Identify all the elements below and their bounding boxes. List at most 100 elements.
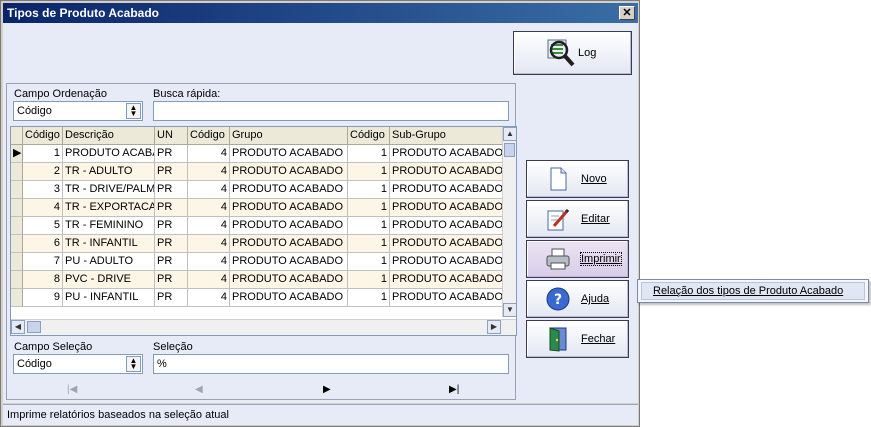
table-row[interactable]: 9 PU - INFANTIL PR 4 PRODUTO ACABADO 1 P… bbox=[11, 289, 504, 307]
cell-un[interactable]: PR bbox=[155, 289, 188, 307]
cell-codigo-subgrupo[interactable]: 1 bbox=[348, 235, 390, 253]
cell-codigo-subgrupo[interactable]: 1 bbox=[348, 145, 390, 163]
scroll-left-icon[interactable]: ◀ bbox=[11, 320, 25, 334]
cell-codigo-grupo[interactable]: 4 bbox=[188, 181, 230, 199]
cell-codigo-subgrupo[interactable]: 1 bbox=[348, 289, 390, 307]
cell-codigo-subgrupo[interactable]: 1 bbox=[348, 217, 390, 235]
cell-grupo[interactable]: PRODUTO ACABADO bbox=[230, 217, 348, 235]
col-header-descricao[interactable]: Descrição bbox=[63, 127, 155, 145]
cell-subgrupo[interactable]: PRODUTO ACABADO bbox=[390, 253, 504, 271]
cell-codigo[interactable]: 4 bbox=[23, 199, 63, 217]
nav-next-icon[interactable]: ▶ bbox=[323, 384, 331, 395]
cell-un[interactable]: PR bbox=[155, 235, 188, 253]
nav-prior-icon[interactable]: ◀ bbox=[195, 384, 203, 395]
cell-descricao[interactable]: TR - FEMININO bbox=[63, 217, 155, 235]
table-row[interactable]: 5 TR - FEMININO PR 4 PRODUTO ACABADO 1 P… bbox=[11, 217, 504, 235]
cell-codigo[interactable]: 6 bbox=[23, 235, 63, 253]
cell-descricao[interactable]: TR - ADULTO bbox=[63, 163, 155, 181]
cell-grupo[interactable]: PRODUTO ACABADO bbox=[230, 253, 348, 271]
cell-codigo-grupo[interactable]: 4 bbox=[188, 163, 230, 181]
cell-codigo-subgrupo[interactable]: 1 bbox=[348, 199, 390, 217]
cell-grupo[interactable]: PRODUTO ACABADO bbox=[230, 181, 348, 199]
editar-button[interactable]: Editar bbox=[526, 200, 629, 238]
cell-codigo[interactable]: 2 bbox=[23, 163, 63, 181]
cell-un[interactable]: PR bbox=[155, 145, 188, 163]
table-row[interactable]: 7 PU - ADULTO PR 4 PRODUTO ACABADO 1 PRO… bbox=[11, 253, 504, 271]
scroll-down-icon[interactable]: ▼ bbox=[503, 303, 516, 317]
table-row[interactable]: 2 TR - ADULTO PR 4 PRODUTO ACABADO 1 PRO… bbox=[11, 163, 504, 181]
cell-subgrupo[interactable]: PRODUTO ACABADO bbox=[390, 217, 504, 235]
cell-descricao[interactable]: PU - ADULTO bbox=[63, 253, 155, 271]
cell-subgrupo[interactable]: PRODUTO ACABADO bbox=[390, 163, 504, 181]
cell-codigo-grupo[interactable]: 4 bbox=[188, 289, 230, 307]
table-row[interactable]: 6 TR - INFANTIL PR 4 PRODUTO ACABADO 1 P… bbox=[11, 235, 504, 253]
data-grid[interactable]: Código Descrição UN Código Grupo Código … bbox=[10, 126, 517, 336]
cell-codigo[interactable]: 1 bbox=[23, 145, 63, 163]
cell-descricao[interactable]: PU - INFANTIL bbox=[63, 289, 155, 307]
cell-descricao[interactable]: TR - EXPORTACAO bbox=[63, 199, 155, 217]
cell-un[interactable]: PR bbox=[155, 253, 188, 271]
imprimir-button[interactable]: Imprimir bbox=[526, 240, 629, 278]
col-header-codigo-subgrupo[interactable]: Código bbox=[348, 127, 390, 145]
cell-grupo[interactable]: PRODUTO ACABADO bbox=[230, 271, 348, 289]
cell-subgrupo[interactable]: PRODUTO ACABADO bbox=[390, 289, 504, 307]
cell-un[interactable]: PR bbox=[155, 271, 188, 289]
cell-grupo[interactable]: PRODUTO ACABADO bbox=[230, 235, 348, 253]
chevron-down-icon[interactable]: ▲ ▼ bbox=[126, 356, 141, 372]
cell-subgrupo[interactable]: PRODUTO ACABADO bbox=[390, 181, 504, 199]
cell-un[interactable]: PR bbox=[155, 163, 188, 181]
cell-subgrupo[interactable]: PRODUTO ACABADO bbox=[390, 145, 504, 163]
col-header-subgrupo[interactable]: Sub-Grupo bbox=[390, 127, 504, 145]
cell-codigo-grupo[interactable]: 4 bbox=[188, 199, 230, 217]
novo-button[interactable]: Novo bbox=[526, 160, 629, 198]
cell-codigo[interactable]: 9 bbox=[23, 289, 63, 307]
selecao-input[interactable]: % bbox=[153, 354, 509, 374]
campo-selecao-select[interactable]: Código ▲ ▼ bbox=[13, 354, 143, 374]
col-header-codigo[interactable]: Código bbox=[23, 127, 63, 145]
cell-grupo[interactable]: PRODUTO ACABADO bbox=[230, 289, 348, 307]
cell-codigo[interactable]: 7 bbox=[23, 253, 63, 271]
table-row[interactable]: 3 TR - DRIVE/PALM PR 4 PRODUTO ACABADO 1… bbox=[11, 181, 504, 199]
cell-descricao[interactable]: TR - DRIVE/PALM bbox=[63, 181, 155, 199]
table-row[interactable]: 4 TR - EXPORTACAO PR 4 PRODUTO ACABADO 1… bbox=[11, 199, 504, 217]
cell-codigo-grupo[interactable]: 4 bbox=[188, 253, 230, 271]
ajuda-button[interactable]: ? Ajuda bbox=[526, 280, 629, 318]
busca-rapida-input[interactable] bbox=[153, 101, 509, 121]
cell-codigo-grupo[interactable]: 4 bbox=[188, 235, 230, 253]
cell-codigo-subgrupo[interactable]: 1 bbox=[348, 163, 390, 181]
horizontal-scroll-thumb[interactable] bbox=[27, 321, 41, 333]
cell-codigo-subgrupo[interactable]: 1 bbox=[348, 181, 390, 199]
cell-codigo-grupo[interactable]: 4 bbox=[188, 271, 230, 289]
fechar-button[interactable]: Fechar bbox=[526, 320, 629, 358]
cell-grupo[interactable]: PRODUTO ACABADO bbox=[230, 145, 348, 163]
campo-ordenacao-select[interactable]: Código ▲ ▼ bbox=[13, 101, 143, 121]
nav-first-icon[interactable]: |◀ bbox=[67, 384, 77, 395]
cell-codigo-grupo[interactable]: 4 bbox=[188, 145, 230, 163]
cell-subgrupo[interactable]: PRODUTO ACABADO bbox=[390, 235, 504, 253]
cell-subgrupo[interactable]: PRODUTO ACABADO bbox=[390, 271, 504, 289]
cell-descricao[interactable]: TR - INFANTIL bbox=[63, 235, 155, 253]
col-header-grupo[interactable]: Grupo bbox=[230, 127, 348, 145]
col-header-un[interactable]: UN bbox=[155, 127, 188, 145]
cell-grupo[interactable]: PRODUTO ACABADO bbox=[230, 163, 348, 181]
cell-descricao[interactable]: PVC - DRIVE bbox=[63, 271, 155, 289]
cell-subgrupo[interactable]: PRODUTO ACABADO bbox=[390, 199, 504, 217]
close-button[interactable]: ✕ bbox=[619, 6, 635, 20]
cell-descricao[interactable]: PRODUTO ACABADO bbox=[63, 145, 155, 163]
table-row[interactable]: ▶ 1 PRODUTO ACABADO PR 4 PRODUTO ACABADO… bbox=[11, 145, 504, 163]
cell-codigo-subgrupo[interactable]: 1 bbox=[348, 253, 390, 271]
cell-un[interactable]: PR bbox=[155, 199, 188, 217]
menu-item-relacao-tipos[interactable]: Relação dos tipos de Produto Acabado bbox=[641, 282, 865, 300]
cell-codigo[interactable]: 5 bbox=[23, 217, 63, 235]
vertical-scroll-thumb[interactable] bbox=[504, 143, 515, 157]
cell-grupo[interactable]: PRODUTO ACABADO bbox=[230, 199, 348, 217]
log-button[interactable]: Log bbox=[513, 31, 632, 75]
scroll-right-icon[interactable]: ▶ bbox=[487, 320, 501, 334]
cell-codigo-grupo[interactable]: 4 bbox=[188, 217, 230, 235]
chevron-down-icon[interactable]: ▲ ▼ bbox=[126, 103, 141, 119]
cell-un[interactable]: PR bbox=[155, 217, 188, 235]
cell-codigo[interactable]: 3 bbox=[23, 181, 63, 199]
nav-last-icon[interactable]: ▶| bbox=[449, 384, 459, 395]
vertical-scrollbar[interactable]: ▲ ▼ bbox=[502, 127, 516, 317]
col-header-codigo-grupo[interactable]: Código bbox=[188, 127, 230, 145]
